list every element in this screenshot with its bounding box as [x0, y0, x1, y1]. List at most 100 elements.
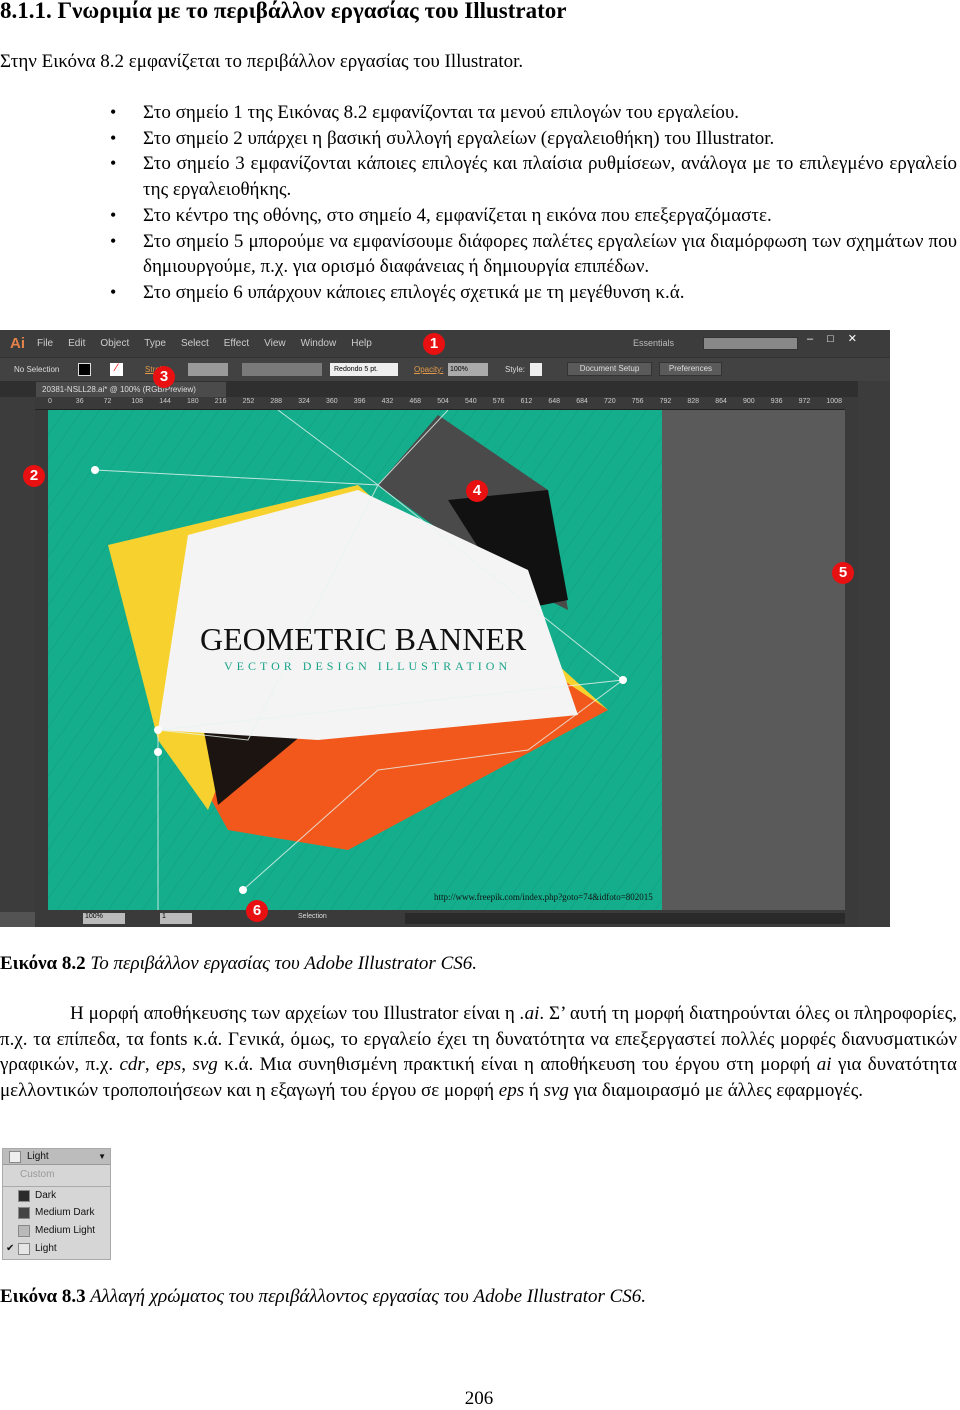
ruler-tick: 324: [298, 398, 310, 405]
list-item: Στο σημείο 2 υπάρχει η βασική συλλογή ερ…: [110, 126, 957, 152]
theme-option-dark[interactable]: Dark: [3, 1186, 110, 1204]
variable-width-field[interactable]: [242, 363, 322, 376]
theme-option-light[interactable]: ✔ Light: [3, 1240, 110, 1258]
ruler-tick: 936: [770, 398, 783, 405]
search-input[interactable]: [703, 337, 798, 350]
ruler-tick: 612: [520, 398, 533, 405]
preferences-button[interactable]: Preferences: [659, 362, 722, 376]
brush-definition[interactable]: Redondo 5 pt.: [330, 363, 398, 376]
figure-caption-1: Εικόνα 8.2 Το περιβάλλον εργασίας του Ad…: [0, 953, 477, 975]
status-tool: Selection: [298, 913, 327, 920]
ruler-tick: 576: [492, 398, 505, 405]
list-item: Στο σημείο 1 της Εικόνας 8.2 εμφανίζοντα…: [110, 100, 957, 126]
ruler-tick: 216: [214, 398, 227, 405]
opacity-field[interactable]: 100%: [448, 363, 488, 376]
marker-2: 2: [23, 465, 45, 487]
figure-caption-2: Εικόνα 8.3 Αλλαγή χρώματος του περιβάλλο…: [0, 1286, 646, 1308]
ruler-tick: 36: [75, 398, 84, 405]
menu-help[interactable]: Help: [351, 338, 372, 349]
marker-4: 4: [466, 480, 488, 502]
menu-window[interactable]: Window: [301, 338, 337, 349]
document-setup-button[interactable]: Document Setup: [567, 362, 652, 376]
document-tab[interactable]: 20381-NSLL28.ai* @ 100% (RGB/Preview): [36, 382, 226, 397]
fill-swatch[interactable]: [78, 363, 91, 376]
ruler-tick: 180: [187, 398, 199, 405]
ruler-tick: 72: [103, 398, 112, 405]
ai-logo: Ai: [10, 335, 25, 352]
theme-select[interactable]: Light ▼: [3, 1149, 110, 1165]
ruler-tick: 0: [48, 398, 52, 405]
ruler-tick: 396: [353, 398, 366, 405]
ruler-tick: 432: [381, 398, 394, 405]
status-bar: 100% 1 Selection: [35, 910, 858, 927]
pasteboard: [662, 410, 845, 910]
selection-label: No Selection: [14, 365, 60, 374]
ruler-tick: 756: [631, 398, 644, 405]
menu-edit[interactable]: Edit: [68, 338, 85, 349]
marker-5: 5: [832, 562, 854, 584]
ruler-tick: 144: [159, 398, 171, 405]
check-icon: ✔: [6, 1243, 15, 1254]
art-subtitle: VECTOR DESIGN ILLUSTRATION: [224, 659, 511, 673]
ruler-tick: 684: [576, 398, 588, 405]
menu-type[interactable]: Type: [144, 338, 166, 349]
ruler-tick: 720: [604, 398, 616, 405]
menu-view[interactable]: View: [264, 338, 286, 349]
caption-label: Εικόνα 8.3: [0, 1286, 86, 1307]
stroke-weight-field[interactable]: [188, 363, 228, 376]
ruler-tick: 252: [242, 398, 255, 405]
list-item: Στο κέντρο της οθόνης, στο σημείο 4, εμφ…: [110, 203, 957, 229]
ruler-tick: 828: [687, 398, 700, 405]
list-item: Στο σημείο 6 υπάρχουν κάποιες επιλογές σ…: [110, 280, 957, 306]
body-paragraph: Η μορφή αποθήκευσης των αρχείων του Illu…: [0, 1003, 958, 1101]
illustrator-screenshot: Ai File Edit Object Type Select Effect V…: [0, 330, 890, 927]
zoom-field[interactable]: 100%: [83, 913, 125, 924]
page-number: 206: [464, 1388, 494, 1409]
vertical-scrollbar[interactable]: [845, 397, 858, 910]
theme-option-medium-dark[interactable]: Medium Dark: [3, 1204, 110, 1222]
horizontal-ruler: 0 36 72 108 144 180 216 252 288 324 360 396 432 468 50…: [35, 397, 845, 410]
artboard-canvas: GEOMETRIC BANNER VECTOR DESIGN ILLUSTRAT…: [48, 410, 845, 910]
art-title: GEOMETRIC BANNER: [200, 621, 527, 657]
document-tab-bar: 20381-NSLL28.ai* @ 100% (RGB/Preview): [0, 381, 890, 397]
list-item: Στο σημείο 3 εμφανίζονται κάποιες επιλογ…: [110, 151, 957, 202]
caption-text: Αλλαγή χρώματος του περιβάλλοντος εργασί…: [85, 1286, 647, 1307]
ruler-tick: 792: [659, 398, 672, 405]
ruler-tick: 504: [437, 398, 449, 405]
ruler-tick: 360: [326, 398, 338, 405]
menu-object[interactable]: Object: [100, 338, 129, 349]
theme-option-custom: Custom: [20, 1169, 55, 1180]
caption-label: Εικόνα 8.2: [0, 953, 86, 974]
ruler-tick: 972: [798, 398, 811, 405]
menu-effect[interactable]: Effect: [224, 338, 249, 349]
stroke-swatch[interactable]: ⁄: [110, 363, 123, 376]
marker-3: 3: [153, 366, 175, 388]
intro-text: Στην Εικόνα 8.2 εμφανίζεται το περιβάλλο…: [0, 51, 524, 72]
ruler-tick: 540: [465, 398, 477, 405]
caption-text: Το περιβάλλον εργασίας του Adobe Illustr…: [85, 953, 477, 974]
window-controls[interactable]: –□✕: [807, 332, 871, 345]
panel-dock: [858, 381, 890, 927]
ruler-tick: 648: [548, 398, 561, 405]
page-field[interactable]: 1: [160, 913, 192, 924]
theme-dropdown: Light ▼ Custom Dark Medium Dark Medium Li…: [2, 1148, 111, 1260]
menu-bar: Ai File Edit Object Type Select Effect V…: [0, 330, 890, 357]
theme-option-medium-light[interactable]: Medium Light: [3, 1222, 110, 1240]
marker-6: 6: [246, 900, 268, 922]
workspace-switcher[interactable]: Essentials: [633, 338, 674, 348]
ruler-tick: 108: [131, 398, 144, 405]
ruler-tick: 1008: [826, 398, 842, 405]
section-heading: 8.1.1. Γνωριμία με το περιβάλλον εργασία…: [0, 0, 567, 23]
horizontal-scrollbar[interactable]: [405, 913, 845, 924]
opacity-label[interactable]: Opacity:: [414, 365, 443, 374]
ruler-tick: 288: [270, 398, 283, 405]
style-swatch[interactable]: [530, 363, 542, 376]
style-label: Style:: [505, 365, 526, 374]
ruler-tick: 468: [409, 398, 422, 405]
credit-text: http://www.freepik.com/index.php?goto=74…: [434, 892, 653, 902]
menu-select[interactable]: Select: [181, 338, 209, 349]
menu-file[interactable]: File: [37, 338, 53, 349]
marker-1: 1: [423, 333, 445, 355]
control-bar: No Selection ⁄ Stroke Redondo 5 pt. Opac…: [0, 357, 890, 381]
bullet-list: Στο σημείο 1 της Εικόνας 8.2 εμφανίζοντα…: [110, 100, 957, 306]
